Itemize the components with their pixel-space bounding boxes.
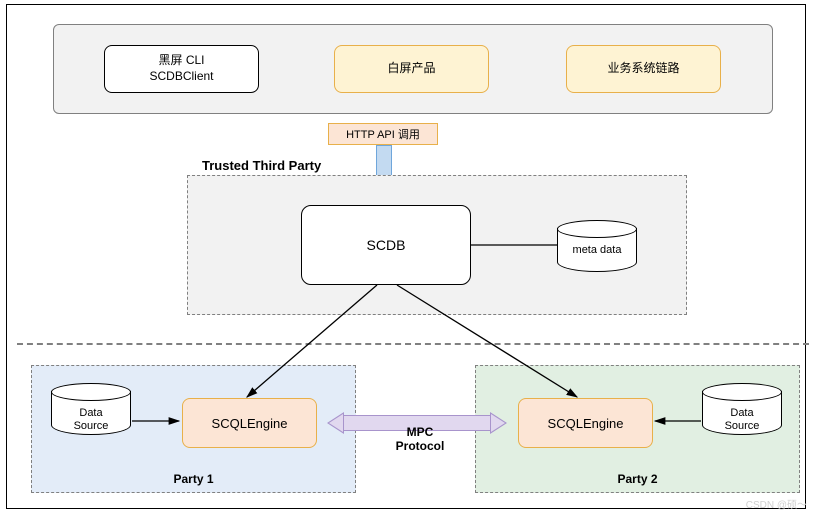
mpc-protocol-label: MPC Protocol [380, 425, 460, 454]
data-source-2-label: Data Source [702, 407, 782, 433]
scdb-box: SCDB [301, 205, 471, 285]
cli-client-box: 黑屏 CLI SCDBClient [104, 45, 259, 93]
white-product-label: 白屏产品 [387, 61, 435, 77]
diagram-frame: 黑屏 CLI SCDBClient 白屏产品 业务系统链路 HTTP API 调… [6, 4, 806, 509]
data-source-1-label: Data Source [51, 407, 131, 433]
scql-engine-1-label: SCQLEngine [212, 416, 288, 431]
party1-label: Party 1 [32, 472, 355, 486]
white-product-box: 白屏产品 [334, 45, 489, 93]
watermark: CSDN @硕～ [746, 496, 807, 511]
biz-link-box: 业务系统链路 [566, 45, 721, 93]
horizontal-divider [17, 343, 809, 345]
data-source-2-icon: Data Source [702, 383, 782, 443]
meta-data-db-icon: meta data [557, 220, 637, 280]
scdb-label: SCDB [367, 237, 406, 253]
cli-line1: 黑屏 CLI [158, 53, 204, 69]
ttp-title: Trusted Third Party [202, 158, 321, 173]
scql-engine-2-label: SCQLEngine [548, 416, 624, 431]
http-api-label: HTTP API 调用 [328, 123, 438, 145]
meta-data-label: meta data [557, 244, 637, 257]
cli-line2: SCDBClient [149, 69, 213, 85]
data-source-1-icon: Data Source [51, 383, 131, 443]
biz-link-label: 业务系统链路 [607, 61, 679, 77]
scql-engine-2-box: SCQLEngine [518, 398, 653, 448]
party2-label: Party 2 [476, 472, 799, 486]
clients-container: 黑屏 CLI SCDBClient 白屏产品 业务系统链路 [53, 24, 773, 114]
scql-engine-1-box: SCQLEngine [182, 398, 317, 448]
